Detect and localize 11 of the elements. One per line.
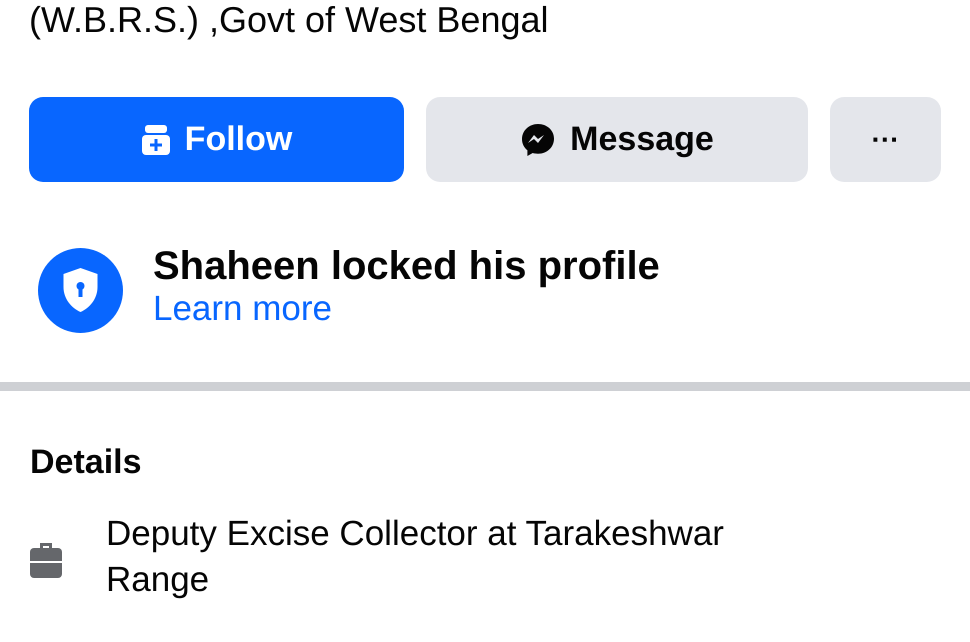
shield-lock-icon — [38, 248, 123, 333]
locked-profile-notice: Shaheen locked his profile — [153, 244, 660, 288]
details-heading: Details — [29, 442, 142, 483]
more-button[interactable]: ··· — [830, 97, 941, 182]
learn-more-link[interactable]: Learn more — [153, 289, 332, 328]
follow-icon — [140, 124, 171, 156]
work-detail: Deputy Excise Collector at Tarakeshwar Range — [106, 513, 725, 600]
messenger-icon — [520, 122, 556, 158]
follow-button[interactable]: Follow — [29, 97, 404, 182]
profile-subtitle: (W.B.R.S.) ,Govt of West Bengal — [28, 0, 550, 42]
message-button[interactable]: Message — [426, 97, 808, 182]
